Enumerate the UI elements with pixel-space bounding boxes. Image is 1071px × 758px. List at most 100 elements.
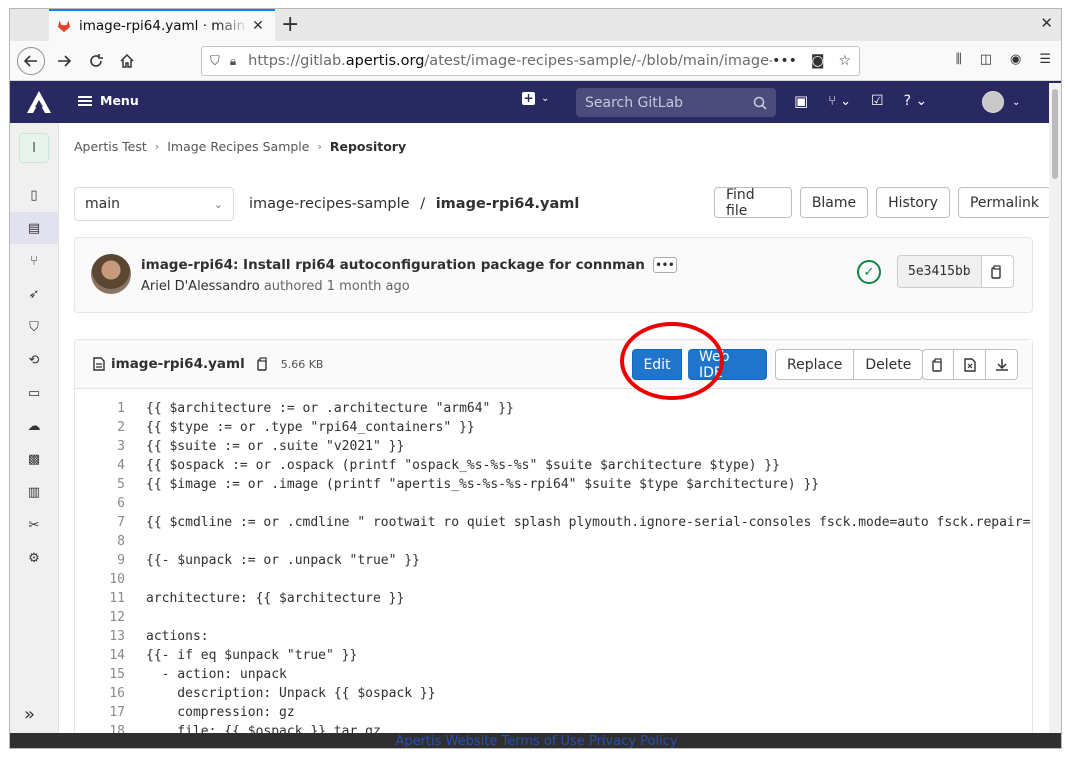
copy-sha-icon[interactable]: [981, 255, 1014, 288]
line-number[interactable]: 1: [75, 399, 125, 418]
line-number[interactable]: 14: [75, 646, 125, 665]
chevron-right-icon: ›: [154, 140, 160, 153]
blame-button[interactable]: Blame: [799, 187, 869, 218]
expand-commit-dots-icon[interactable]: •••: [652, 257, 677, 273]
author-avatar[interactable]: [91, 254, 131, 294]
line-number[interactable]: 2: [75, 418, 125, 437]
snippets-scissors-icon[interactable]: ✂: [10, 509, 58, 541]
copy-contents-icon[interactable]: [922, 349, 954, 380]
pipeline-passed-icon[interactable]: ✓: [857, 260, 881, 284]
deployments-icon[interactable]: ⟲: [10, 344, 58, 376]
sidebar-toggle-icon[interactable]: ◫: [980, 52, 992, 67]
todos-icon[interactable]: ☑: [871, 93, 884, 109]
find-file-button[interactable]: Find file: [714, 187, 792, 219]
edit-button[interactable]: Edit: [632, 349, 682, 380]
new-tab-icon[interactable]: +: [281, 12, 299, 37]
avatar: [982, 91, 1004, 113]
breadcrumb: Apertis Test › Image Recipes Sample › Re…: [74, 139, 406, 154]
file-header: image-rpi64.yaml 5.66 KB Edit Web IDE Re…: [75, 322, 1032, 400]
line-content: {{- if eq $unpack "true" }}: [146, 648, 358, 663]
path-dir-link[interactable]: image-recipes-sample: [249, 196, 410, 212]
plus-square-icon: +: [522, 91, 535, 105]
footer-links[interactable]: Apertis Website Terms of Use Privacy Pol…: [10, 733, 1061, 748]
open-raw-icon[interactable]: [954, 349, 986, 380]
browser-tab[interactable]: image-rpi64.yaml · main ✕: [49, 9, 275, 41]
back-arrow-icon[interactable]: [17, 47, 45, 75]
tab-close-icon[interactable]: ✕: [249, 18, 267, 34]
line-content: file: {{ $ospack }}.tar.gz: [146, 724, 381, 733]
page-scrollbar[interactable]: [1049, 83, 1061, 733]
apertis-logo-icon[interactable]: [26, 90, 52, 114]
settings-gear-icon[interactable]: ⚙: [10, 542, 58, 574]
more-actions-icon[interactable]: •••: [772, 53, 797, 69]
url-bar[interactable]: ⛉ 🔒︎ https://gitlab.apertis.org/atest/im…: [201, 46, 860, 76]
line-number[interactable]: 8: [75, 532, 125, 551]
reload-icon[interactable]: [82, 47, 110, 75]
cicd-rocket-icon[interactable]: ➶: [10, 278, 58, 310]
commit-title[interactable]: image-rpi64: Install rpi64 autoconfigura…: [141, 257, 645, 273]
line-content: description: Unpack {{ $ospack }}: [146, 686, 436, 701]
line-number[interactable]: 15: [75, 665, 125, 684]
menu-button[interactable]: Menu: [78, 93, 139, 108]
replace-button[interactable]: Replace: [775, 349, 855, 380]
line-number[interactable]: 16: [75, 684, 125, 703]
code-line: 13 actions:: [75, 627, 1032, 646]
line-number[interactable]: 12: [75, 608, 125, 627]
branch-selector[interactable]: main ⌄: [74, 187, 234, 221]
infrastructure-cloud-icon[interactable]: ☁: [10, 410, 58, 442]
line-number[interactable]: 18: [75, 722, 125, 733]
line-number[interactable]: 3: [75, 437, 125, 456]
library-icon[interactable]: ⫼: [956, 52, 962, 67]
commit-author[interactable]: Ariel D'Alessandro: [141, 279, 260, 294]
help-icon[interactable]: ? ⌄: [904, 93, 928, 109]
line-number[interactable]: 9: [75, 551, 125, 570]
search-input[interactable]: Search GitLab: [576, 88, 776, 117]
line-number[interactable]: 10: [75, 570, 125, 589]
line-content: [125, 608, 146, 627]
delete-button[interactable]: Delete: [854, 349, 924, 380]
user-menu[interactable]: ⌄: [982, 91, 1020, 113]
line-number[interactable]: 5: [75, 475, 125, 494]
download-icon[interactable]: [986, 349, 1018, 380]
breadcrumb-current[interactable]: Repository: [330, 139, 406, 154]
packages-icon[interactable]: ▩: [10, 443, 58, 475]
chevron-down-icon: ⌄: [1012, 96, 1021, 108]
security-shield-icon[interactable]: ⛉: [10, 311, 58, 343]
analytics-chart-icon[interactable]: ▥: [10, 476, 58, 508]
breadcrumb-item[interactable]: Image Recipes Sample: [167, 139, 309, 154]
copy-path-icon[interactable]: [257, 357, 269, 371]
code-line: 17 compression: gz: [75, 703, 1032, 722]
lock-icon: 🔒︎: [229, 53, 237, 68]
site-info-shield-icon[interactable]: ⛉: [210, 54, 220, 69]
merge-requests-icon[interactable]: ⑂ ⌄: [828, 94, 851, 109]
line-number[interactable]: 13: [75, 627, 125, 646]
home-icon[interactable]: [113, 47, 141, 75]
window-close-icon[interactable]: ✕: [1040, 14, 1053, 32]
monitor-icon[interactable]: ▭: [10, 377, 58, 409]
collapse-sidebar-icon[interactable]: »: [24, 704, 35, 725]
line-number[interactable]: 7: [75, 513, 125, 532]
line-number[interactable]: 17: [75, 703, 125, 722]
commit-author-line: Ariel D'Alessandro authored 1 month ago: [141, 279, 410, 294]
bookmark-star-icon[interactable]: ☆: [838, 53, 851, 69]
commit-sha[interactable]: 5e3415bb: [897, 255, 982, 288]
merge-requests-icon[interactable]: ⑂: [10, 245, 58, 277]
project-avatar[interactable]: I: [19, 133, 49, 163]
web-ide-button[interactable]: Web IDE: [688, 349, 767, 381]
scrollbar-thumb[interactable]: [1052, 89, 1058, 179]
breadcrumb-item[interactable]: Apertis Test: [74, 139, 147, 154]
hamburger-menu-icon[interactable]: ☰: [1039, 52, 1051, 67]
forward-arrow-icon[interactable]: [50, 47, 78, 75]
project-overview-icon[interactable]: ▯: [10, 179, 58, 211]
issues-icon[interactable]: ▣: [794, 92, 808, 110]
account-icon[interactable]: ◉: [1010, 52, 1021, 67]
line-number[interactable]: 6: [75, 494, 125, 513]
line-number[interactable]: 4: [75, 456, 125, 475]
line-number[interactable]: 11: [75, 589, 125, 608]
history-button[interactable]: History: [876, 187, 950, 218]
gitlab-favicon-icon: [57, 20, 71, 33]
repository-icon[interactable]: ▤: [10, 212, 58, 244]
new-item-dropdown[interactable]: + ⌄: [522, 92, 549, 105]
permalink-button[interactable]: Permalink: [957, 187, 1051, 218]
pocket-icon[interactable]: ◙: [811, 53, 825, 69]
